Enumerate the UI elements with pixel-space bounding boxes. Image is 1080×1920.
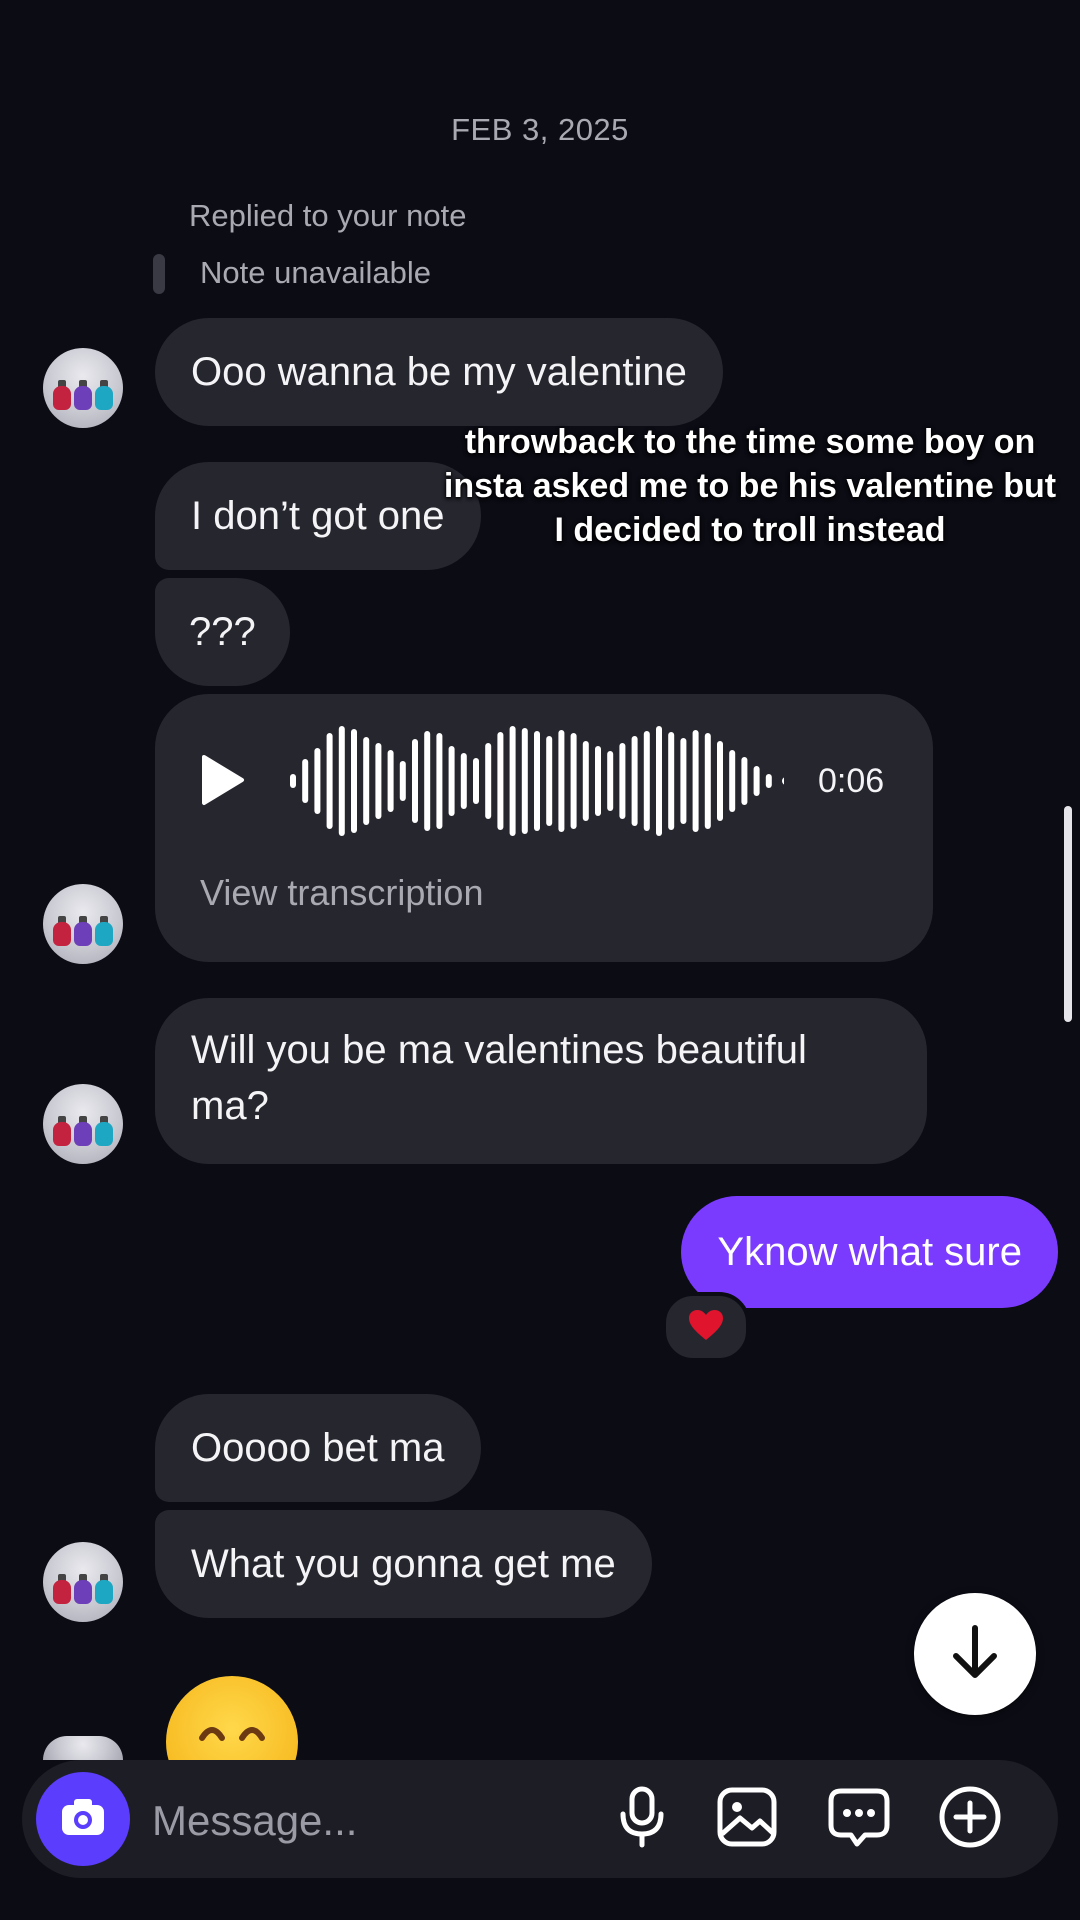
message-bubble-outgoing[interactable]: Yknow what sure bbox=[681, 1196, 1058, 1308]
avatar[interactable] bbox=[43, 348, 123, 428]
waveform-bar bbox=[680, 738, 687, 824]
sticker-icon bbox=[827, 1787, 891, 1852]
waveform-end-dot bbox=[782, 777, 784, 785]
waveform-bar bbox=[521, 728, 528, 834]
reply-quote-bar bbox=[153, 254, 165, 294]
waveform-bar bbox=[290, 774, 296, 788]
waveform-bar bbox=[558, 730, 565, 832]
waveform-bar bbox=[668, 732, 675, 830]
waveform-bar bbox=[473, 758, 479, 804]
avatar[interactable] bbox=[43, 1542, 123, 1622]
waveform-bar bbox=[387, 750, 394, 812]
microphone-icon bbox=[618, 1786, 666, 1853]
waveform-bar bbox=[424, 731, 431, 831]
waveform-bar bbox=[595, 746, 601, 816]
waveform-bar bbox=[302, 759, 309, 803]
waveform-bar bbox=[643, 731, 650, 831]
heart-icon bbox=[687, 1308, 725, 1347]
waveform-bar bbox=[509, 726, 516, 836]
waveform-bar bbox=[375, 743, 382, 819]
play-icon[interactable] bbox=[200, 754, 246, 811]
gallery-button[interactable] bbox=[712, 1784, 782, 1854]
more-options-button[interactable] bbox=[935, 1784, 1005, 1854]
scroll-to-bottom-button[interactable] bbox=[914, 1593, 1036, 1715]
waveform-bar bbox=[448, 746, 455, 816]
video-caption-overlay: throwback to the time some boy on insta … bbox=[443, 423, 1057, 549]
waveform-bar bbox=[741, 757, 748, 805]
waveform-bar bbox=[582, 741, 589, 821]
date-divider: FEB 3, 2025 bbox=[451, 112, 629, 147]
waveform-bar bbox=[436, 733, 443, 829]
waveform-bar bbox=[631, 736, 638, 826]
waveform-bar bbox=[497, 732, 504, 830]
message-input[interactable] bbox=[150, 1790, 594, 1852]
waveform-bar bbox=[314, 748, 321, 814]
waveform-bar bbox=[399, 761, 406, 801]
message-bubble-incoming[interactable]: ??? bbox=[155, 578, 290, 686]
waveform-bar bbox=[546, 736, 553, 826]
waveform-bar bbox=[753, 766, 760, 796]
waveform-bar bbox=[619, 743, 626, 819]
message-bubble-incoming[interactable]: Ooooo bet ma bbox=[155, 1394, 481, 1502]
avatar[interactable] bbox=[43, 884, 123, 964]
waveform-bar bbox=[717, 741, 723, 821]
waveform-bar bbox=[534, 731, 540, 831]
waveform-bar bbox=[692, 730, 699, 832]
arrow-down-icon bbox=[950, 1624, 1000, 1685]
waveform-bar bbox=[607, 751, 614, 811]
waveform-bar bbox=[656, 726, 662, 836]
waveform-bar bbox=[351, 729, 357, 833]
waveform-bar bbox=[704, 733, 711, 829]
microphone-button[interactable] bbox=[607, 1784, 677, 1854]
message-bubble-incoming[interactable]: Will you be ma valentines beautiful ma? bbox=[155, 998, 927, 1164]
audio-waveform[interactable] bbox=[286, 724, 784, 838]
waveform-bar bbox=[729, 750, 736, 812]
plus-icon bbox=[938, 1785, 1002, 1854]
message-bubble-incoming[interactable]: I don’t got one bbox=[155, 462, 481, 570]
waveform-bar bbox=[326, 733, 333, 829]
scrollbar[interactable] bbox=[1064, 806, 1072, 1022]
voice-duration: 0:06 bbox=[818, 762, 885, 800]
avatar[interactable] bbox=[43, 1084, 123, 1164]
camera-icon bbox=[60, 1797, 106, 1842]
message-bubble-incoming[interactable]: What you gonna get me bbox=[155, 1510, 652, 1618]
image-icon bbox=[716, 1786, 778, 1853]
view-transcription-link[interactable]: View transcription bbox=[200, 872, 483, 914]
waveform-bar bbox=[460, 753, 467, 809]
waveform-bar bbox=[485, 743, 492, 819]
heart-reaction[interactable] bbox=[662, 1292, 750, 1362]
avatar[interactable] bbox=[43, 1736, 123, 1760]
camera-button[interactable] bbox=[36, 1772, 130, 1866]
waveform-bar bbox=[363, 737, 370, 825]
message-bubble-incoming[interactable]: Ooo wanna be my valentine bbox=[155, 318, 723, 426]
waveform-bar bbox=[570, 733, 577, 829]
waveform-bar bbox=[338, 726, 345, 836]
waveform-bar bbox=[412, 739, 418, 823]
reply-context-label: Replied to your note bbox=[189, 198, 467, 233]
reply-context-note[interactable]: Note unavailable bbox=[200, 255, 431, 291]
waveform-bar bbox=[765, 774, 772, 788]
sticker-button[interactable] bbox=[824, 1784, 894, 1854]
